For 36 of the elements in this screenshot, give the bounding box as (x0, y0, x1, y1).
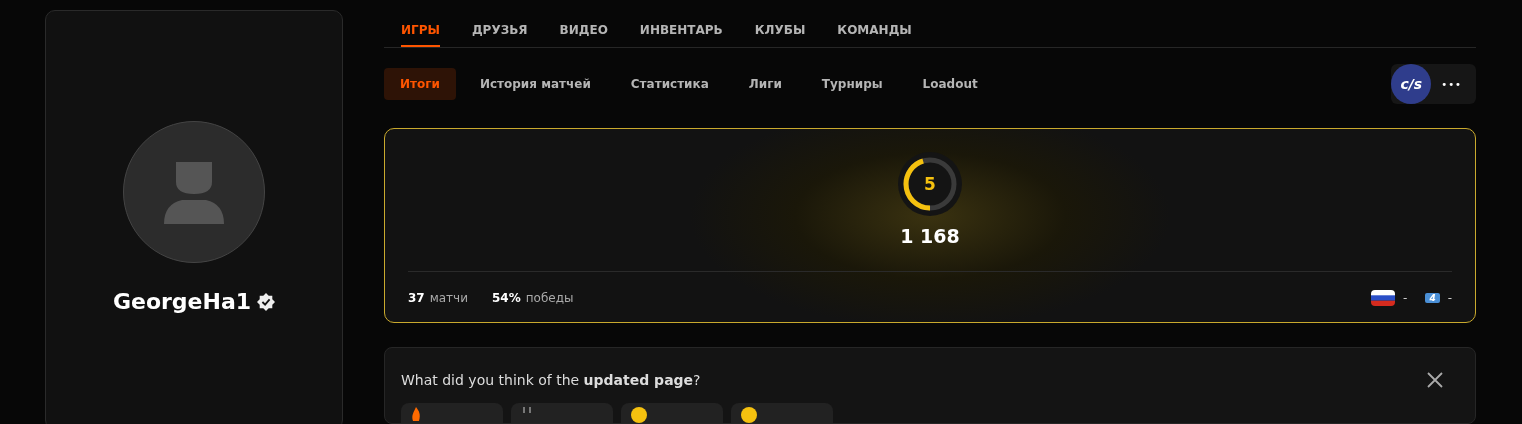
flag-icon (1371, 290, 1396, 307)
more-button[interactable]: ••• (1431, 78, 1476, 90)
sub-tab[interactable]: Loadout (906, 68, 994, 101)
nav-tab[interactable]: ДРУЗЬЯ (471, 10, 528, 48)
region-badge: 4 (1425, 293, 1440, 304)
user-silhouette-icon (162, 160, 226, 224)
reaction-button[interactable] (621, 402, 723, 423)
stat-label: матчи (429, 291, 468, 306)
smiley-icon (741, 406, 757, 423)
nav-tab[interactable]: ВИДЕО (559, 10, 608, 48)
smiley-icon (631, 406, 647, 423)
nav-tab[interactable]: КЛУБЫ (754, 10, 806, 48)
rank-value: - (1403, 291, 1408, 306)
username: GeorgeHa1 (112, 289, 252, 314)
stat-label: победы (525, 291, 574, 306)
reaction-button[interactable] (401, 402, 503, 423)
game-badge[interactable]: c/s (1391, 64, 1432, 105)
fire-icon (411, 406, 421, 421)
rank-value: - (1447, 291, 1452, 306)
sub-tab[interactable]: История матчей (463, 68, 607, 101)
nav-tab[interactable]: ИГРЫ (401, 10, 440, 48)
level-number: 5 (924, 174, 936, 195)
feedback-question: What did you think of the updated page? (401, 371, 701, 388)
reaction-button[interactable] (731, 402, 833, 423)
elo-value: 1 168 (900, 225, 960, 248)
stat-value: 54% (492, 291, 521, 306)
nav-tab[interactable]: ИНВЕНТАРЬ (639, 10, 723, 48)
stat-value: 37 (408, 291, 425, 306)
face-icon (521, 406, 533, 413)
sub-tab[interactable]: Турниры (805, 68, 899, 101)
sub-tab[interactable]: Статистика (614, 68, 725, 101)
level-badge (898, 152, 962, 217)
close-icon[interactable] (1427, 371, 1443, 388)
sub-tab[interactable]: Лиги (732, 68, 798, 101)
sub-tab[interactable]: Итоги (384, 68, 456, 101)
nav-tab[interactable]: КОМАНДЫ (837, 10, 912, 48)
